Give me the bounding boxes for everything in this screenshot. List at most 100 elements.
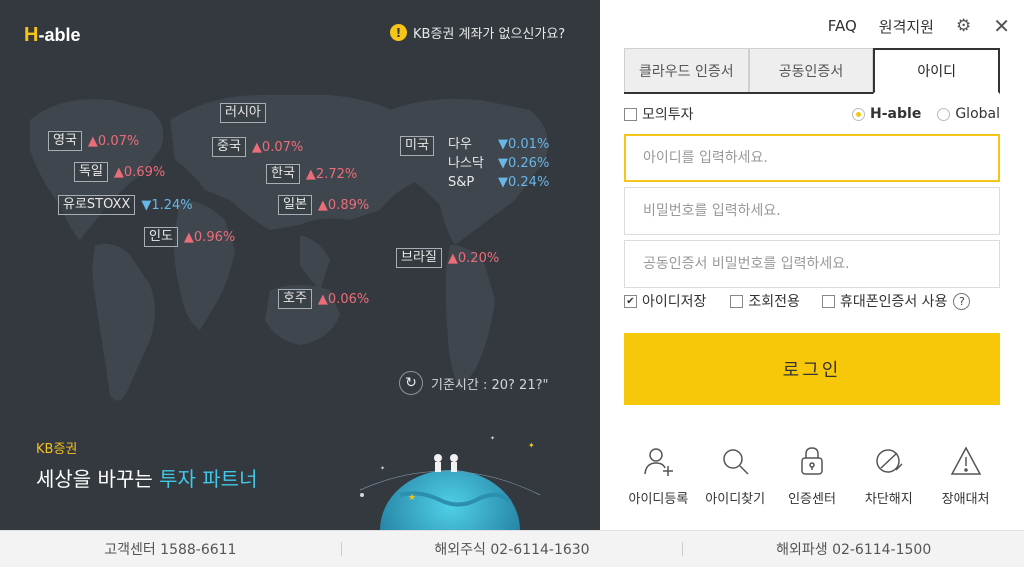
close-icon[interactable]: ✕ xyxy=(993,14,1010,38)
faq-link[interactable]: FAQ xyxy=(828,17,857,35)
tab-id[interactable]: 아이디 xyxy=(873,48,1001,94)
no-account-link[interactable]: ! KB증권 계좌가 없으신가요? xyxy=(390,23,565,42)
user-add-icon xyxy=(644,448,674,476)
market-brazil: 브라질 ▲0.20% xyxy=(396,248,499,268)
change-percent: 0.26% xyxy=(508,156,550,171)
country-label: 유로STOXX xyxy=(58,195,136,215)
remote-support-link[interactable]: 원격지원 xyxy=(879,16,934,37)
market-japan: 일본 ▲0.89% xyxy=(278,195,369,215)
mobile-cert-label: 휴대폰인증서 사용 xyxy=(839,294,948,310)
login-button[interactable]: 로그인 xyxy=(624,333,1000,405)
change-percent: 0.07% xyxy=(97,133,140,149)
id-input[interactable] xyxy=(624,134,1000,182)
change-value: ▼1.24% xyxy=(141,197,193,213)
block-icon xyxy=(876,449,903,473)
svg-text:✦: ✦ xyxy=(490,435,495,442)
quick-link-cert-center[interactable]: 인증센터 xyxy=(774,444,850,507)
change-value: ▲0.06% xyxy=(317,291,370,307)
exclamation-icon: ! xyxy=(390,24,407,41)
country-label: 영국 xyxy=(48,131,82,151)
refresh-icon[interactable]: ↻ xyxy=(399,371,423,395)
gear-icon[interactable]: ⚙ xyxy=(956,16,971,36)
mock-invest-label: 모의투자 xyxy=(642,107,694,123)
no-account-label: KB증권 계좌가 없으신가요? xyxy=(413,27,566,42)
quick-link-unblock[interactable]: 차단해지 xyxy=(851,444,927,507)
quick-link-register-id[interactable]: 아이디등록 xyxy=(620,444,696,507)
reference-time: 기준시간 : 20? 21?" xyxy=(431,377,549,393)
svg-text:✦: ✦ xyxy=(528,441,535,450)
quick-link-label: 아이디등록 xyxy=(628,492,689,507)
tab-joint-cert[interactable]: 공동인증서 xyxy=(748,48,874,92)
index-name: 나스닥 xyxy=(448,156,484,171)
quick-link-label: 차단해지 xyxy=(864,492,913,507)
login-window: H-able ! KB증권 계좌가 없으신가요? 영국 ▲0.07% 독일 ▲0… xyxy=(0,0,1024,567)
change-percent: 0.69% xyxy=(123,164,166,180)
market-korea: 한국 ▲2.72% xyxy=(266,164,357,184)
warning-icon xyxy=(950,446,981,475)
footer-overseas-stock: 해외주식 02-6114-1630 xyxy=(434,542,590,558)
change-percent: 0.07% xyxy=(261,139,304,155)
lock-icon xyxy=(801,447,823,475)
slogan: 세상을 바꾸는 투자 파트너 xyxy=(36,463,257,492)
globe-illustration: ★ ✦ ✦ ✦ xyxy=(359,435,541,530)
country-label: 한국 xyxy=(266,164,300,184)
country-label: 미국 xyxy=(400,136,434,156)
save-id-checkbox[interactable]: ✔ xyxy=(624,294,637,308)
slogan-highlight: 투자 파트너 xyxy=(159,467,258,491)
change-value: ▲2.72% xyxy=(305,166,358,182)
login-options: 모의투자 H-able Global xyxy=(624,104,1000,124)
country-label: 브라질 xyxy=(396,248,442,268)
slogan-text: 세상을 바꾸는 xyxy=(36,467,153,491)
radio-hable[interactable] xyxy=(852,107,866,121)
country-label: 일본 xyxy=(278,195,312,215)
change-percent: 0.96% xyxy=(193,229,236,245)
us-index-row: 나스닥 ▼0.26% xyxy=(448,154,549,173)
change-value: ▲0.69% xyxy=(113,164,166,180)
footer-customer-center: 고객센터 1588-6611 xyxy=(104,542,237,558)
footer: 고객센터 1588-6611 해외주식 02-6114-1630 해외파생 02… xyxy=(0,530,1024,567)
quick-link-troubleshoot[interactable]: 장애대처 xyxy=(928,444,1004,507)
quick-link-find-id[interactable]: 아이디찾기 xyxy=(697,444,773,507)
country-label: 중국 xyxy=(212,137,246,157)
tab-cloud-cert[interactable]: 클라우드 인증서 xyxy=(624,48,749,92)
country-label: 인도 xyxy=(144,227,178,247)
login-panel: FAQ 원격지원 ⚙ ✕ 클라우드 인증서 공동인증서 아이디 모의투자 H-a… xyxy=(600,0,1024,530)
view-only-label: 조회전용 xyxy=(748,294,800,310)
change-value: ▼0.26% xyxy=(498,156,550,171)
market-china: 중국 ▲0.07% xyxy=(212,137,303,157)
change-percent: 0.89% xyxy=(327,197,370,213)
country-label: 호주 xyxy=(278,289,312,309)
us-index-row: 다우 ▼0.01% xyxy=(448,135,549,154)
change-percent: 1.24% xyxy=(151,197,193,213)
market-germany: 독일 ▲0.69% xyxy=(74,162,165,182)
password-input[interactable] xyxy=(624,187,1000,235)
help-icon[interactable]: ? xyxy=(953,292,971,310)
quick-link-label: 인증센터 xyxy=(788,492,836,507)
cert-password-input[interactable] xyxy=(624,240,1000,288)
change-value: ▲0.89% xyxy=(317,197,370,213)
mobile-cert-checkbox[interactable] xyxy=(821,294,835,308)
company-name: KB증권 xyxy=(36,442,78,457)
save-id-label: 아이디저장 xyxy=(642,294,707,310)
radio-global[interactable] xyxy=(937,107,951,121)
svg-text:✦: ✦ xyxy=(380,465,385,472)
change-value: ▼0.01% xyxy=(498,137,550,152)
mock-invest-checkbox[interactable] xyxy=(624,107,637,121)
refresh-row: ↻ 기준시간 : 20? 21?" xyxy=(399,371,548,395)
market-india: 인도 ▲0.96% xyxy=(144,227,235,247)
search-icon xyxy=(723,449,749,475)
index-name: S&P xyxy=(448,175,475,190)
change-percent: 0.24% xyxy=(508,175,550,190)
index-name: 다우 xyxy=(448,137,472,152)
logo-text: -able xyxy=(38,25,81,45)
footer-overseas-derivatives: 해외파생 02-6114-1500 xyxy=(776,542,932,558)
h-able-logo: H-able xyxy=(24,24,80,47)
quick-link-label: 장애대처 xyxy=(941,492,990,507)
svg-text:★: ★ xyxy=(408,493,416,503)
login-options-2: ✔ 아이디저장 조회전용 휴대폰인증서 사용 ? xyxy=(624,291,1000,311)
view-only-checkbox[interactable] xyxy=(730,294,744,308)
market-uk: 영국 ▲0.07% xyxy=(48,131,139,151)
brand-slogan-block: KB증권 세상을 바꾸는 투자 파트너 xyxy=(36,438,257,492)
change-percent: 0.01% xyxy=(508,137,550,152)
quick-links: 아이디등록 아이디찾기 인증센터 차단해지 장애대처 xyxy=(620,444,1004,507)
